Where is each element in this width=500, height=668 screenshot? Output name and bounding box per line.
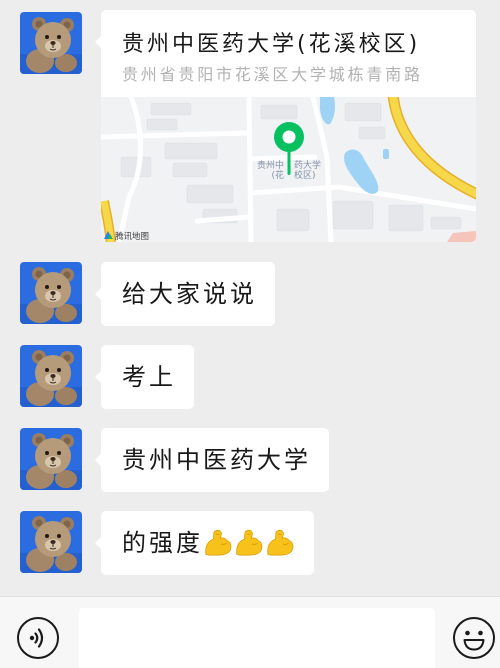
flexed-biceps-icon (234, 527, 264, 557)
location-message-card[interactable]: 贵州中医药大学(花溪校区) 贵州省贵阳市花溪区大学城栋青南路 贵州中 药大学 (… (95, 10, 476, 242)
map-place-label-line1-left: 贵州中 (257, 159, 284, 171)
message-bubble[interactable]: 的强度 (95, 511, 314, 575)
map-image: 贵州中 药大学 (花 校区) 腾讯地图 (101, 97, 476, 242)
location-address: 贵州省贵阳市花溪区大学城栋青南路 (122, 65, 423, 84)
sender-avatar[interactable] (20, 12, 82, 74)
map-place-label-line2-left: (花 (271, 169, 284, 181)
message-input[interactable] (79, 608, 435, 668)
teddy-bear-avatar-icon (20, 345, 82, 407)
sender-avatar[interactable] (20, 262, 82, 324)
flexed-biceps-icon (203, 527, 233, 557)
teddy-bear-avatar-icon (20, 12, 82, 74)
sender-avatar[interactable] (20, 428, 82, 490)
voice-icon (17, 617, 59, 659)
map-place-label-line1-right: 药大学 (294, 159, 321, 171)
chat-input-bar (0, 596, 500, 668)
message-text: 给大家说说 (122, 280, 257, 308)
location-title: 贵州中医药大学(花溪校区) (122, 32, 421, 57)
message-bubble[interactable]: 考上 (95, 345, 194, 409)
voice-input-button[interactable] (16, 616, 60, 660)
message-text: 贵州中医药大学 (122, 446, 311, 474)
teddy-bear-avatar-icon (20, 511, 82, 573)
map-place-label-line2-right: 校区) (294, 169, 316, 181)
flexed-biceps-icon (265, 527, 295, 557)
message-text: 的强度 (122, 529, 203, 557)
message-emoji-list (203, 511, 296, 575)
teddy-bear-avatar-icon (20, 428, 82, 490)
map-provider-label: 腾讯地图 (115, 231, 149, 242)
teddy-bear-avatar-icon (20, 262, 82, 324)
message-text: 考上 (122, 363, 176, 391)
emoji-button[interactable] (452, 616, 496, 660)
map-preview[interactable]: 贵州中 药大学 (花 校区) 腾讯地图 (101, 97, 476, 242)
message-bubble[interactable]: 贵州中医药大学 (95, 428, 329, 492)
message-bubble[interactable]: 给大家说说 (95, 262, 275, 326)
sender-avatar[interactable] (20, 345, 82, 407)
emoji-icon (453, 617, 495, 659)
chat-message-list[interactable]: 贵州中医药大学(花溪校区) 贵州省贵阳市花溪区大学城栋青南路 贵州中 药大学 (… (0, 0, 500, 596)
sender-avatar[interactable] (20, 511, 82, 573)
